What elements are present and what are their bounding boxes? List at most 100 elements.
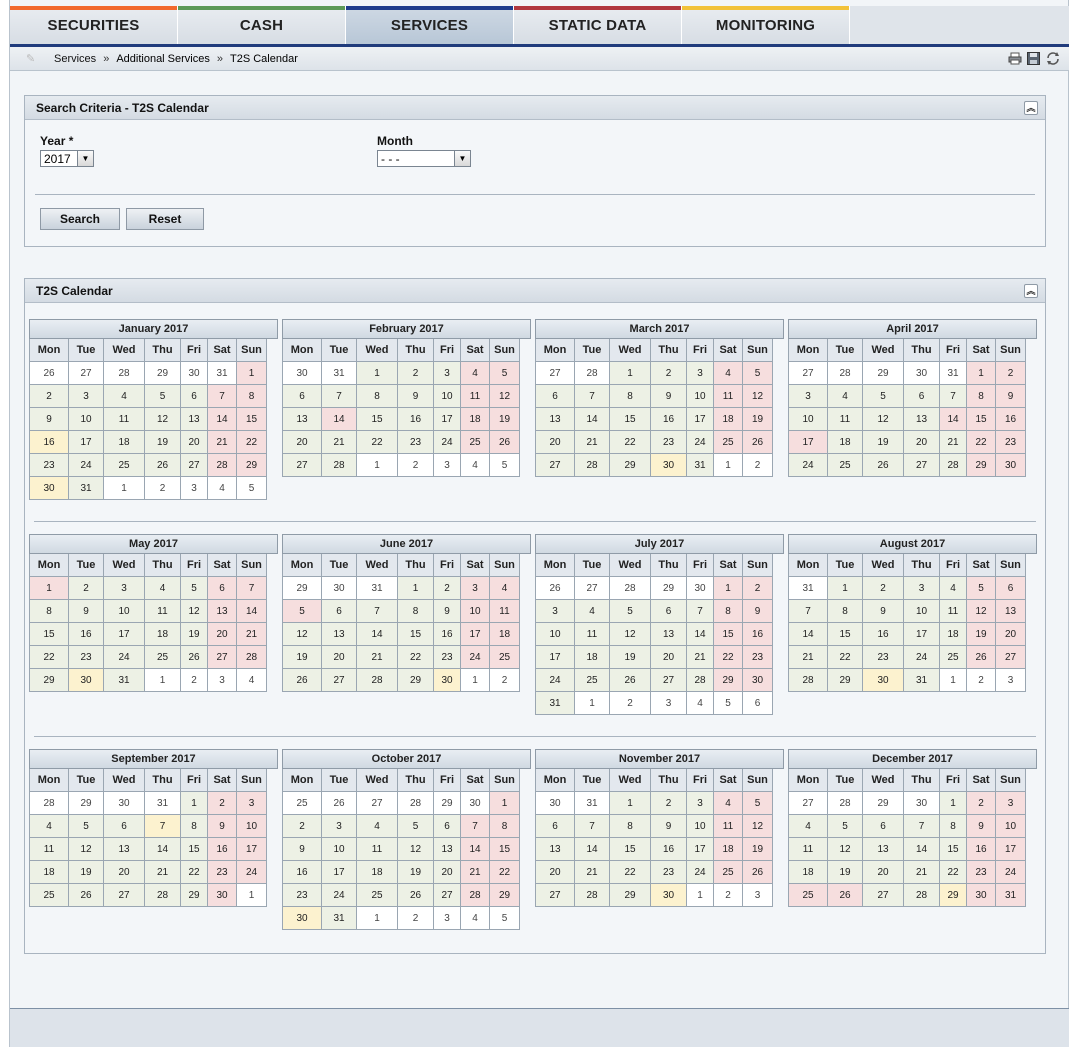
calendar-day: 16 (743, 623, 773, 646)
weekday-header: Fri (940, 769, 967, 792)
calendar-day: 29 (714, 669, 743, 692)
calendar-day: 29 (237, 454, 267, 477)
calendar-day: 15 (967, 408, 996, 431)
weekday-header: Sun (743, 769, 773, 792)
calendar-day-other-month: 1 (357, 907, 398, 930)
calendar-day: 12 (863, 408, 904, 431)
weekday-header: Wed (610, 554, 651, 577)
refresh-icon[interactable] (1045, 51, 1060, 65)
calendar-day-other-month: 5 (490, 454, 520, 477)
calendar-day: 2 (208, 792, 237, 815)
calendar-day: 4 (104, 385, 145, 408)
weekday-header: Sun (490, 554, 520, 577)
calendar-day: 7 (687, 600, 714, 623)
calendar-day: 4 (789, 815, 828, 838)
calendar-day: 15 (181, 838, 208, 861)
collapse-icon[interactable]: ︽ (1024, 284, 1038, 298)
calendar-day-other-month: 2 (714, 884, 743, 907)
month-title: June 2017 (282, 534, 531, 554)
reset-button[interactable]: Reset (126, 208, 204, 230)
breadcrumb-additional-services[interactable]: Additional Services (116, 53, 210, 65)
month-value: - - - (381, 151, 400, 166)
calendar-day: 11 (714, 385, 743, 408)
collapse-icon[interactable]: ︽ (1024, 101, 1038, 115)
weekday-header: Tue (575, 339, 610, 362)
calendar-day: 7 (322, 385, 357, 408)
calendar-day: 20 (322, 646, 357, 669)
calendar-day: 15 (714, 623, 743, 646)
weekday-header: Sat (714, 339, 743, 362)
breadcrumb-services[interactable]: Services (54, 53, 96, 65)
calendar-day: 10 (104, 600, 145, 623)
weekday-header: Sat (208, 554, 237, 577)
calendar-day: 20 (904, 431, 940, 454)
nav-tab-cash[interactable]: CASH (178, 6, 346, 44)
calendar-day-other-month: 30 (461, 792, 490, 815)
weekday-header: Tue (828, 339, 863, 362)
calendar-day: 19 (398, 861, 434, 884)
calendar-day: 16 (863, 623, 904, 646)
weekday-header: Fri (181, 769, 208, 792)
calendar-day: 29 (398, 669, 434, 692)
calendar-day-other-month: 27 (575, 577, 610, 600)
weekday-header: Sat (461, 554, 490, 577)
nav-tab-monitoring[interactable]: MONITORING (682, 6, 850, 44)
calendar-day: 18 (789, 861, 828, 884)
calendar-day: 8 (357, 385, 398, 408)
month-select[interactable]: - - - ▼ (377, 150, 471, 167)
weekday-header: Sat (208, 769, 237, 792)
calendar-day-other-month: 28 (575, 362, 610, 385)
calendar-day: 13 (536, 838, 575, 861)
month-title: March 2017 (535, 319, 784, 339)
calendar-day: 11 (357, 838, 398, 861)
nav-tab-securities[interactable]: SECURITIES (10, 6, 178, 44)
calendar-day-other-month: 2 (743, 454, 773, 477)
calendar-day: 26 (828, 884, 863, 907)
calendar-day: 25 (714, 431, 743, 454)
calendar-day: 27 (434, 884, 461, 907)
save-icon[interactable] (1026, 51, 1041, 65)
calendar-day: 4 (30, 815, 69, 838)
nav-tab-services[interactable]: SERVICES (346, 6, 514, 44)
calendar-day: 2 (967, 792, 996, 815)
calendar-day: 13 (208, 600, 237, 623)
calendar-day: 12 (743, 385, 773, 408)
print-icon[interactable] (1007, 51, 1022, 65)
weekday-header: Tue (575, 769, 610, 792)
weekday-header: Sun (996, 769, 1026, 792)
calendar-day: 9 (398, 385, 434, 408)
year-select[interactable]: 2017 ▼ (40, 150, 94, 167)
nav-tab-label: SERVICES (390, 16, 469, 34)
nav-tab-static-data[interactable]: STATIC DATA (514, 6, 682, 44)
calendar-day: 1 (398, 577, 434, 600)
calendar-day: 11 (714, 815, 743, 838)
month-calendar: December 2017 Mon Tue Wed Thu Fri Sat Sun 27 28 29… (788, 749, 1037, 907)
weekday-header: Wed (863, 339, 904, 362)
chevron-down-icon: ▼ (454, 151, 470, 166)
calendar-day: 17 (237, 838, 267, 861)
calendar-day: 22 (357, 431, 398, 454)
calendar-day-other-month: 3 (651, 692, 687, 715)
calendar-day: 23 (651, 861, 687, 884)
calendar-day: 7 (237, 577, 267, 600)
weekday-header: Mon (536, 339, 575, 362)
month-grid: Mon Tue Wed Thu Fri Sat Sun 25 26 27 28 29 30 1 2 3 4 5 6 7… (282, 769, 531, 930)
calendar-day: 9 (30, 408, 69, 431)
calendar-day: 15 (610, 408, 651, 431)
weekday-header: Tue (828, 769, 863, 792)
calendar-day: 9 (69, 600, 104, 623)
calendar-day: 7 (357, 600, 398, 623)
calendar-day: 8 (237, 385, 267, 408)
search-button[interactable]: Search (40, 208, 120, 230)
calendar-day: 22 (398, 646, 434, 669)
month-grid: Mon Tue Wed Thu Fri Sat Sun 28 29 30 31 1 2 3 4 5 6 7 8 9 10… (29, 769, 278, 907)
month-grid: Mon Tue Wed Thu Fri Sat Sun 30 31 1 2 3 4 5 6 7 8 9 10 11 12… (282, 339, 531, 477)
calendar-day: 25 (145, 646, 181, 669)
calendar-day: 3 (434, 362, 461, 385)
month-label: Month (377, 134, 413, 148)
calendar-day: 10 (687, 385, 714, 408)
pin-icon[interactable]: ✎ (26, 52, 44, 65)
nav-tab-stripe (682, 6, 849, 10)
month-grid: Mon Tue Wed Thu Fri Sat Sun 30 31 1 2 3 4 5 6 7 8 9 10 11 12… (535, 769, 784, 907)
calendar-day: 16 (30, 431, 69, 454)
